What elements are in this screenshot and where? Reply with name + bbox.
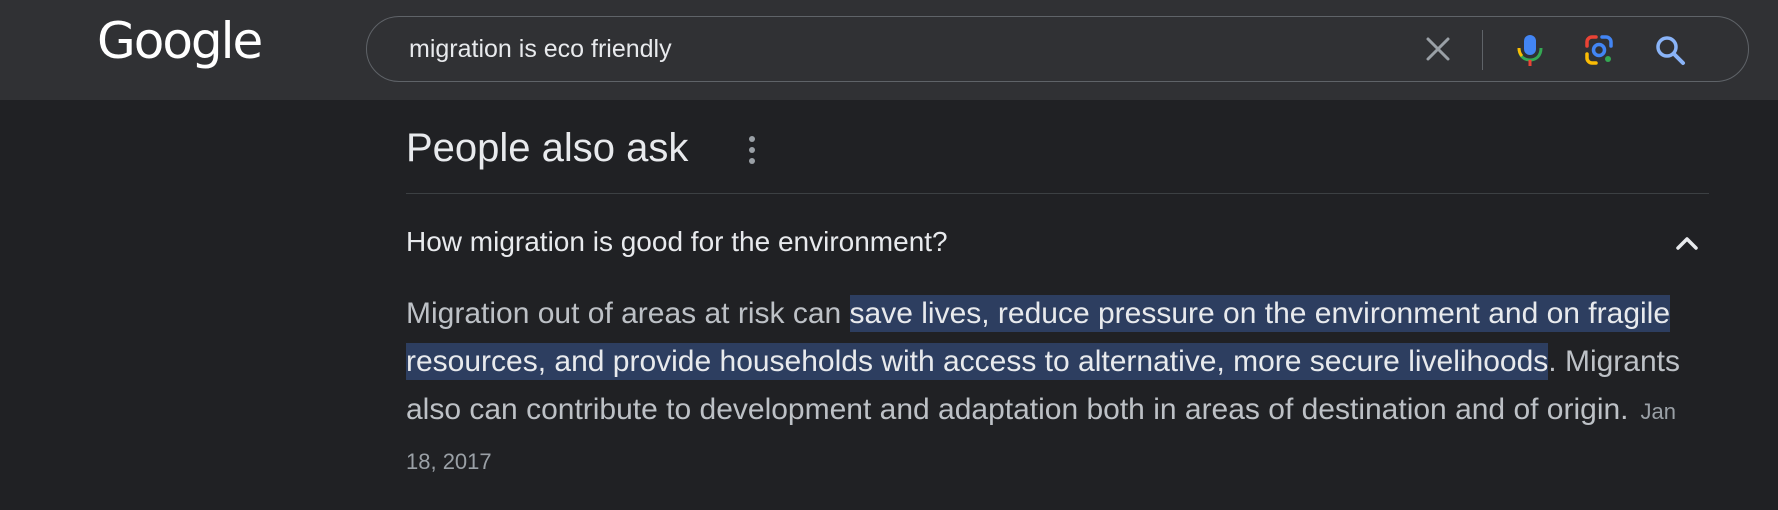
section-divider <box>406 193 1709 194</box>
chevron-up-icon[interactable] <box>1670 226 1704 260</box>
search-box[interactable]: migration is eco friendly <box>366 16 1749 82</box>
google-lens-icon[interactable] <box>1579 30 1619 70</box>
search-divider <box>1482 30 1483 70</box>
answer-text-start: Migration out of areas at risk can <box>406 297 850 330</box>
paa-answer: Migration out of areas at risk can save … <box>406 290 1706 486</box>
close-icon[interactable] <box>1422 33 1454 65</box>
people-also-ask-heading: People also ask <box>406 126 689 170</box>
paa-question[interactable]: How migration is good for the environmen… <box>406 220 948 264</box>
more-vertical-icon[interactable] <box>740 133 764 167</box>
search-input[interactable]: migration is eco friendly <box>409 17 672 81</box>
search-icon[interactable] <box>1650 30 1690 70</box>
google-logo[interactable]: Google <box>97 16 263 66</box>
top-bar: Google migration is eco friendly <box>0 0 1778 100</box>
microphone-icon[interactable] <box>1510 30 1550 70</box>
